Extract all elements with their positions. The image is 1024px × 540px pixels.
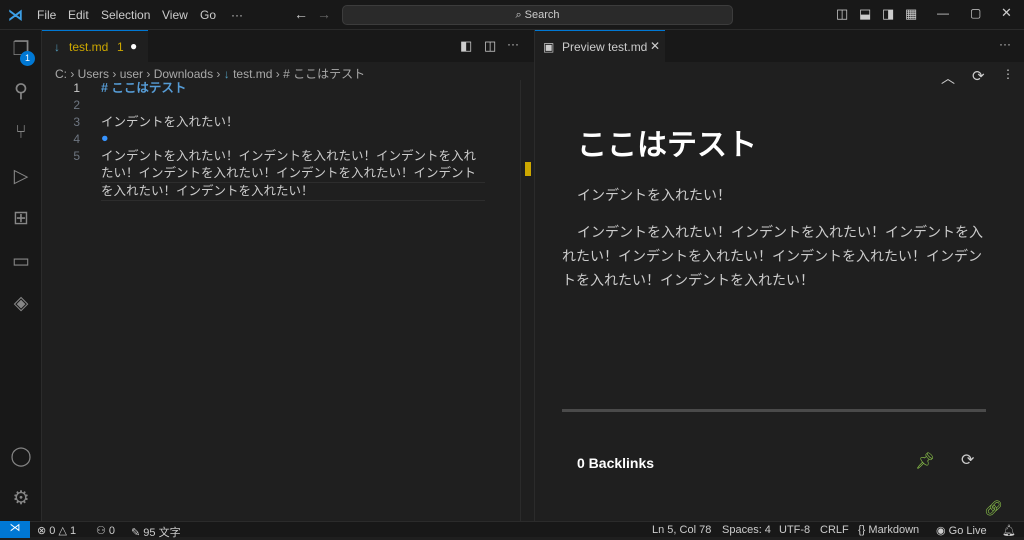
extensions-icon[interactable]: ⊞ <box>9 207 33 231</box>
restore-button[interactable]: ▢ <box>970 6 981 20</box>
backlinks-label: 0 Backlinks <box>577 455 655 471</box>
search-box[interactable]: ⌕ Search <box>342 5 733 25</box>
preview-paragraph: インデントを入れたい！インデントを入れたい！インデントを入れたい！インデントを入… <box>562 224 983 288</box>
scrollbar[interactable] <box>520 80 534 521</box>
search-label: Search <box>524 9 560 21</box>
line-number: 4 <box>73 132 80 146</box>
menu-go[interactable]: Go <box>200 8 216 22</box>
search-icon[interactable]: ⚲ <box>9 80 33 104</box>
encoding[interactable]: UTF-8 <box>779 524 810 536</box>
notifications-bell-icon[interactable]: 🔔︎ <box>1002 524 1016 537</box>
ports-count: 0 <box>108 525 116 537</box>
status-bar: ⋊ ⊗ 0 △ 1 ⚇ 0 ✎ 95 文字 Ln 5, Col 78 Space… <box>0 521 1024 540</box>
line-number: 2 <box>73 98 80 112</box>
source-control-icon[interactable]: ⑂ <box>9 122 33 146</box>
menu-edit[interactable]: Edit <box>68 8 89 22</box>
menu-file[interactable]: File <box>37 8 56 22</box>
close-button[interactable]: ✕ <box>1001 5 1012 21</box>
refresh-icon[interactable]: ⟳ <box>972 67 985 85</box>
code-line: を入れたい！インデントを入れたい！ <box>101 182 485 201</box>
python-icon[interactable]: ◈ <box>9 292 33 316</box>
language-mode[interactable]: {} Markdown <box>858 524 919 536</box>
split-editor-icon[interactable]: ◫ <box>484 38 496 54</box>
more-actions-icon[interactable]: ··· <box>999 37 1011 51</box>
breadcrumb-item[interactable]: Downloads <box>154 67 213 81</box>
minimize-button[interactable]: — <box>937 6 949 20</box>
close-tab-icon[interactable]: ✕ <box>650 39 660 53</box>
code-line: たい！インデントを入れたい！インデントを入れたい！インデント <box>101 166 477 180</box>
chevron-up-icon[interactable]: ︿ <box>941 68 955 88</box>
remote-icon[interactable]: ⋊ <box>0 521 30 538</box>
menu-more[interactable]: ··· <box>231 8 243 22</box>
preview-heading: ここはテスト <box>577 129 757 162</box>
ports-status[interactable]: ⚇ 0 <box>96 524 115 537</box>
lightbulb-icon[interactable]: ● <box>101 130 109 147</box>
more-actions-icon[interactable]: ··· <box>507 37 519 51</box>
line-ending[interactable]: CRLF <box>820 524 849 536</box>
more-icon[interactable]: ⋮ <box>1002 67 1014 81</box>
cursor-position[interactable]: Ln 5, Col 78 <box>652 524 711 536</box>
divider <box>562 409 986 412</box>
tab-preview[interactable]: ▣ Preview test.md ✕ <box>535 30 665 62</box>
remote-explorer-icon[interactable]: ▭ <box>9 250 33 274</box>
indentation[interactable]: Spaces: 4 <box>722 524 771 536</box>
markdown-icon: ↓ <box>223 67 230 81</box>
explorer-badge: 1 <box>20 51 35 66</box>
title-bar: ⋊ File Edit Selection View Go ··· ← → ⌕ … <box>0 0 1024 30</box>
search-icon: ⌕ <box>515 9 525 21</box>
code-line: # ここはテスト <box>101 81 187 95</box>
unsaved-dot-icon[interactable]: ● <box>130 39 137 53</box>
link-icon[interactable]: 🔗︎ <box>984 499 1003 517</box>
char-count-status[interactable]: ✎ 95 文字 <box>131 524 181 540</box>
code-line: インデントを入れたい！ <box>101 115 239 129</box>
menu-view[interactable]: View <box>162 8 188 22</box>
breadcrumb-item[interactable]: user <box>120 67 143 81</box>
toggle-sidebar-icon[interactable]: ◫ <box>836 6 848 22</box>
accounts-icon[interactable]: ◯ <box>9 445 33 469</box>
back-icon[interactable]: ← <box>294 6 308 22</box>
toggle-panel-icon[interactable]: ⬓ <box>859 6 871 22</box>
problems-status[interactable]: ⊗ 0 △ 1 <box>37 524 76 537</box>
tab-test-md[interactable]: ↓ test.md 1 ● <box>42 30 148 62</box>
preview-icon: ▣ <box>543 40 555 54</box>
breadcrumb-item[interactable]: # ここはテスト <box>283 67 365 81</box>
error-count: 0 <box>49 525 56 537</box>
editor-tabs: ↓ test.md 1 ● ◧ ◫ ··· <box>42 30 534 62</box>
preview-tabs: ▣ Preview test.md ✕ ··· <box>534 30 1024 62</box>
run-debug-icon[interactable]: ▷ <box>9 165 33 189</box>
breadcrumb-item[interactable]: C: <box>55 67 67 81</box>
vscode-logo-icon: ⋊ <box>8 7 23 24</box>
settings-gear-icon[interactable]: ⚙ <box>9 487 33 511</box>
tab-label: Preview test.md <box>562 40 648 54</box>
code-line: インデントを入れたい！インデントを入れたい！インデントを入れ <box>101 149 477 163</box>
pin-icon[interactable]: 📌︎ <box>915 451 935 471</box>
forward-icon[interactable]: → <box>317 6 331 22</box>
refresh-backlinks-icon[interactable]: ⟳ <box>961 450 974 470</box>
breadcrumb-item[interactable]: test.md <box>233 67 272 81</box>
markdown-icon: ↓ <box>54 40 60 54</box>
toggle-secondary-sidebar-icon[interactable]: ◨ <box>882 6 894 22</box>
go-live-button[interactable]: ◉ Go Live <box>936 524 987 537</box>
tab-label: test.md <box>69 40 109 54</box>
breadcrumb-item[interactable]: Users <box>78 67 109 81</box>
activity-bar: ❐ 1 ⚲ ⑂ ▷ ⊞ ▭ ◈ ◯ ⚙ <box>0 30 42 521</box>
line-number: 1 <box>73 81 80 95</box>
tab-problem-count: 1 <box>117 40 124 54</box>
line-number: 3 <box>73 115 80 129</box>
language-label: Markdown <box>868 524 920 536</box>
markdown-preview: ︿ ⟳ ⋮ ここはテスト インデントを入れたい！ インデントを入れたい！インデン… <box>534 62 1024 521</box>
layout-icon[interactable]: ▦ <box>905 6 917 22</box>
line-number: 5 <box>73 149 80 163</box>
menu-selection[interactable]: Selection <box>101 8 150 22</box>
open-preview-icon[interactable]: ◧ <box>460 38 472 54</box>
char-count: 95 文字 <box>143 527 181 539</box>
warning-count: 1 <box>69 525 77 537</box>
go-live-label: Go Live <box>948 525 987 537</box>
preview-paragraph: インデントを入れたい！ <box>577 187 731 203</box>
